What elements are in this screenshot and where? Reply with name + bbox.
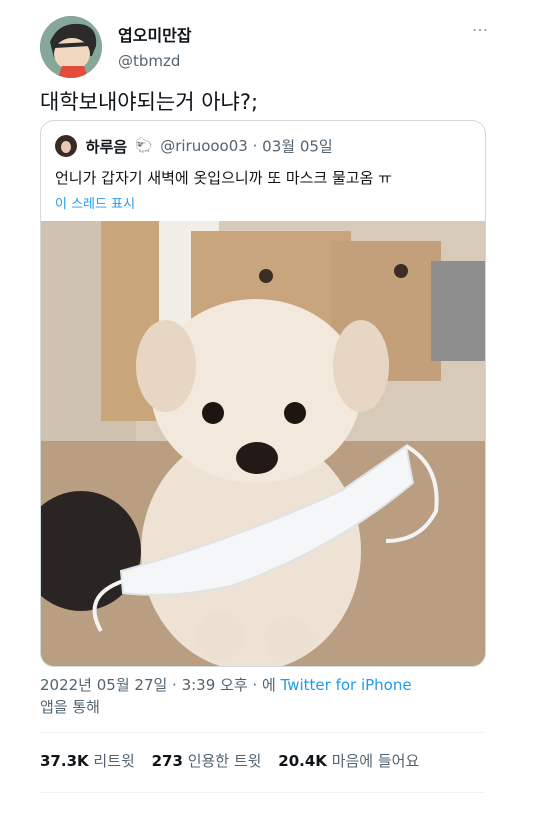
like-label[interactable]: 마음에 들어요 <box>332 752 420 770</box>
quote-label[interactable]: 인용한 트윗 <box>188 752 262 770</box>
author-name[interactable]: 엽오미만잡 <box>118 22 192 46</box>
tweet-metadata: 2022년 05월 27일 · 3:39 오후 · 에 Twitter for … <box>40 674 480 718</box>
source-app-link[interactable]: Twitter for iPhone <box>281 676 412 694</box>
author-avatar[interactable] <box>40 16 102 78</box>
quoted-tweet-header: 하루음 🐑 @riruooo03 · 03월 05일 <box>55 135 475 159</box>
quoted-tweet[interactable]: 하루음 🐑 @riruooo03 · 03월 05일 언니가 갑자기 새벽에 옷… <box>40 120 486 667</box>
quoted-tweet-text: 언니가 갑자기 새벽에 옷입으니까 또 마스크 물고옴 ㅠ <box>55 169 392 187</box>
meta-separator: · <box>252 137 258 155</box>
divider <box>40 732 484 733</box>
tweet-text: 대학보내야되는거 아냐?; <box>40 90 259 114</box>
dog-photo[interactable] <box>41 221 485 666</box>
tweet-timestamp[interactable]: 2022년 05월 27일 · 3:39 오후 · 에 <box>40 676 276 694</box>
author-handle[interactable]: @tbmzd <box>118 52 180 70</box>
retweet-count[interactable]: 37.3K <box>40 752 89 770</box>
tweet-header: 엽오미만잡 @tbmzd ⋮ <box>40 16 500 78</box>
sheep-cloud-emoji: 🐑 <box>134 138 153 154</box>
like-count[interactable]: 20.4K <box>278 752 327 770</box>
quoted-author-name[interactable]: 하루음 <box>86 138 127 156</box>
retweet-label[interactable]: 리트윗 <box>93 752 134 770</box>
engagement-stats: 37.3K 리트윗 273 인용한 트윗 20.4K 마음에 들어요 <box>40 750 431 771</box>
quoted-author-avatar[interactable] <box>55 135 77 157</box>
quoted-date[interactable]: 03월 05일 <box>262 138 333 156</box>
quote-count[interactable]: 273 <box>152 752 183 770</box>
more-vertical-icon[interactable]: ⋮ <box>471 22 490 39</box>
source-suffix: 앱을 통해 <box>40 698 100 716</box>
quoted-author-handle[interactable]: @riruooo03 <box>160 137 248 155</box>
show-thread-link[interactable]: 이 스레드 표시 <box>55 193 135 212</box>
divider <box>40 792 484 793</box>
